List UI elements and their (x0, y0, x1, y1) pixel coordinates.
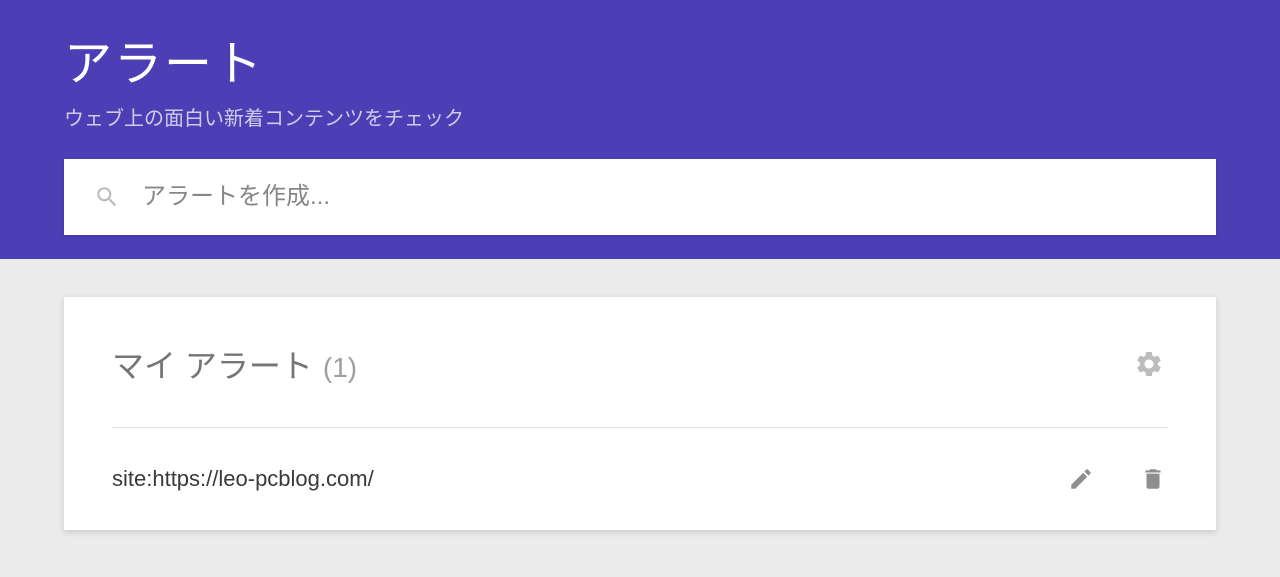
header: アラート ウェブ上の面白い新着コンテンツをチェック (0, 0, 1280, 259)
gear-icon (1134, 349, 1164, 379)
trash-icon (1140, 466, 1166, 492)
my-alerts-count: (1) (323, 352, 357, 384)
page-title: アラート (64, 24, 1216, 94)
alert-query[interactable]: site:https://leo-pcblog.com/ (112, 466, 374, 492)
my-alerts-header: マイ アラート (1) (112, 341, 1168, 428)
page-subtitle: ウェブ上の面白い新着コンテンツをチェック (64, 102, 1216, 131)
search-icon (94, 184, 120, 210)
alert-row: site:https://leo-pcblog.com/ (112, 428, 1168, 494)
search-bar[interactable] (64, 159, 1216, 235)
my-alerts-title: マイ アラート (112, 341, 313, 387)
edit-alert-button[interactable] (1066, 464, 1096, 494)
pencil-icon (1068, 466, 1094, 492)
search-input[interactable] (120, 183, 1186, 211)
my-alerts-card: マイ アラート (1) site:https://leo-pcblog.com/ (64, 297, 1216, 530)
alert-actions (1066, 464, 1168, 494)
settings-button[interactable] (1130, 345, 1168, 383)
delete-alert-button[interactable] (1138, 464, 1168, 494)
my-alerts-title-wrap: マイ アラート (1) (112, 341, 357, 387)
